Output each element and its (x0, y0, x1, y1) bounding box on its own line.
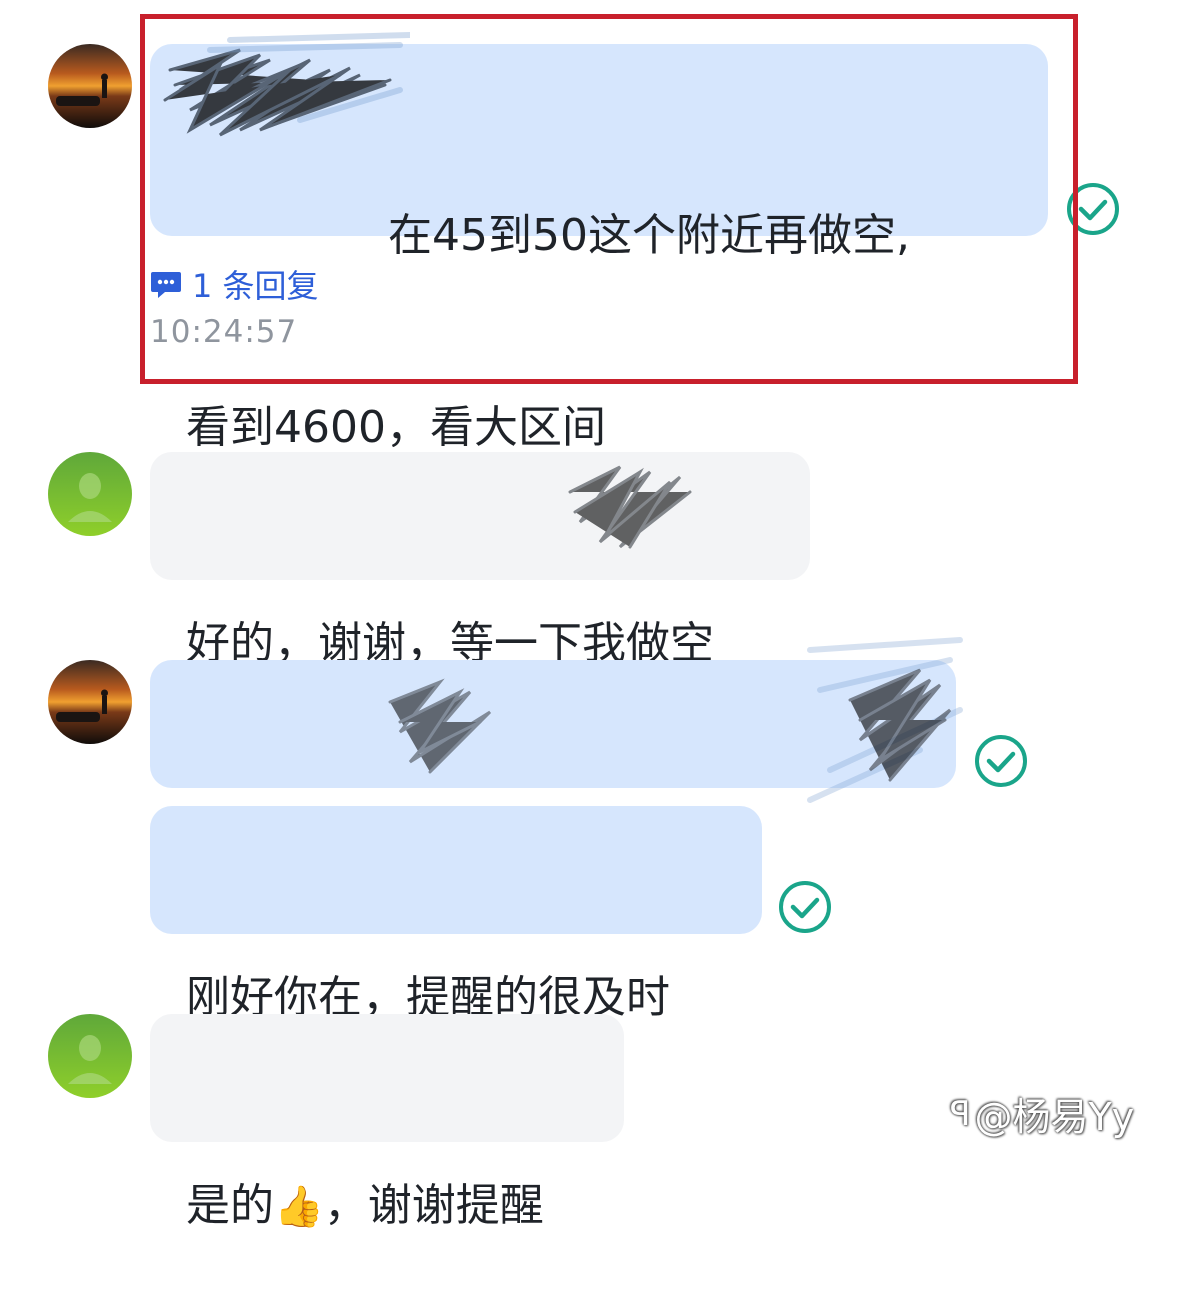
message-bubble[interactable]: 刚好你在，提醒的很及时 (150, 806, 762, 1023)
avatar-sunset[interactable] (48, 44, 132, 128)
highlight-box (140, 14, 1078, 384)
avatar-default[interactable] (48, 1014, 132, 1098)
message-text-line: 是的👍，谢谢提醒 (186, 1174, 588, 1239)
avatar-sunset[interactable] (48, 660, 132, 744)
message-bubble[interactable]: 好的，谢谢，等一下我做空 (150, 452, 810, 669)
check-circle-icon (779, 881, 831, 933)
default-user-icon (48, 452, 132, 536)
default-user-icon (48, 1014, 132, 1098)
avatar-sunset-icon (48, 44, 132, 128)
avatar-sunset-icon (48, 660, 132, 744)
message-bubble[interactable]: 早上的空单我提醒的及时吧， (150, 660, 956, 877)
avatar-default[interactable] (48, 452, 132, 536)
message-text: 是的 (186, 1180, 274, 1231)
watermark-text: @杨易Yy (974, 1095, 1135, 1139)
thumbs-up-emoji: 👍 (274, 1184, 324, 1230)
message-text-line: 看到4600，看大区间 (186, 402, 606, 453)
watermark: ꟼ @杨易Yy (950, 1086, 1134, 1141)
check-circle-icon (975, 735, 1027, 787)
watermark-logo: ꟼ (950, 1093, 971, 1134)
message-text: ，谢谢提醒 (323, 1180, 544, 1231)
message-bubble[interactable]: 是的👍，谢谢提醒 (150, 1014, 624, 1231)
